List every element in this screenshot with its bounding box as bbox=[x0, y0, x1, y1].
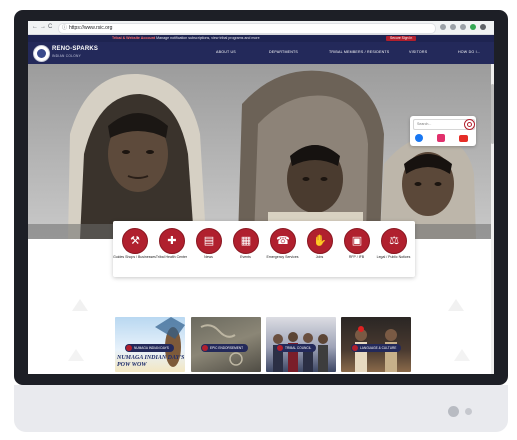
search-social-card: Search... bbox=[410, 116, 476, 146]
instagram-icon[interactable] bbox=[437, 134, 445, 142]
emergency-icon: ☎ bbox=[270, 228, 296, 254]
handshake-icon: ✋ bbox=[307, 228, 333, 254]
nav-visitors[interactable]: VISITORS bbox=[409, 50, 427, 54]
site-name[interactable]: RENO-SPARKS bbox=[52, 46, 98, 52]
decor-triangle bbox=[68, 349, 84, 361]
zoom-icon[interactable] bbox=[450, 24, 456, 30]
feature-card-council[interactable]: TRIBAL COUNCIL bbox=[266, 317, 336, 372]
quick-link-emergency[interactable]: ☎ Emergency Services bbox=[264, 228, 301, 274]
forward-icon[interactable]: → bbox=[40, 23, 46, 31]
monitor-base bbox=[14, 385, 508, 432]
info-icon[interactable]: ⓘ bbox=[62, 25, 67, 32]
search-placeholder: Search... bbox=[417, 122, 432, 126]
alert-label: Tribal & Website Account bbox=[112, 36, 156, 40]
card-label: NUMAGA INDIAN DAYS bbox=[125, 344, 174, 352]
secure-sign-in-button[interactable]: Secure Sign In bbox=[386, 36, 417, 41]
search-field[interactable]: Search... bbox=[413, 119, 475, 130]
decor-triangle bbox=[72, 299, 88, 311]
card-label: TRIBAL COUNCIL bbox=[276, 344, 317, 352]
site-header: RENO-SPARKS INDIAN COLONY ABOUT US DEPAR… bbox=[28, 42, 494, 64]
quick-link-businesses[interactable]: ⚒ Guides Shops / Businesses bbox=[113, 228, 156, 274]
quick-links-panel: ⚒ Guides Shops / Businesses ✚ Tribal Hea… bbox=[113, 221, 415, 277]
menu-icon[interactable] bbox=[480, 24, 486, 30]
alert-text: Tribal & Website Account Manage notifica… bbox=[112, 35, 260, 42]
document-icon: ▣ bbox=[344, 228, 370, 254]
browser-screen: ← → C ⓘ https://www.rsic.org Tribal & We… bbox=[28, 21, 494, 374]
health-icon: ✚ bbox=[159, 228, 185, 254]
address-bar[interactable]: ⓘ https://www.rsic.org bbox=[58, 23, 436, 34]
search-icon[interactable] bbox=[464, 119, 475, 130]
feature-card-epic[interactable]: EPIC ENDORSEMENT bbox=[191, 317, 261, 372]
card-label: EPIC ENDORSEMENT bbox=[201, 344, 249, 352]
profile-icon[interactable] bbox=[470, 24, 476, 30]
quick-link-jobs[interactable]: ✋ Jobs bbox=[301, 228, 338, 274]
calendar-icon: ▦ bbox=[233, 228, 259, 254]
card-label: LANGUAGE & CULTURE bbox=[351, 344, 402, 352]
facebook-icon[interactable] bbox=[415, 134, 423, 142]
url-text: https://www.rsic.org bbox=[69, 25, 113, 31]
gavel-icon: ⚖ bbox=[381, 228, 407, 254]
quick-link-label: Legal / Public Notices bbox=[376, 255, 411, 259]
quick-link-news[interactable]: ▤ News bbox=[190, 228, 227, 274]
nav-tribal-members[interactable]: TRIBAL MEMBERS / RESIDENTS bbox=[329, 50, 389, 54]
share-icon[interactable] bbox=[440, 24, 446, 30]
nav-about-us[interactable]: ABOUT US bbox=[216, 50, 236, 54]
tools-icon: ⚒ bbox=[122, 228, 148, 254]
site-subtitle: INDIAN COLONY bbox=[52, 54, 82, 58]
extension-icon[interactable] bbox=[460, 24, 466, 30]
page-scrollbar[interactable] bbox=[491, 64, 494, 374]
alert-message: Manage notification subscriptions, view … bbox=[156, 36, 260, 40]
tribal-seal-logo[interactable] bbox=[33, 45, 50, 62]
alert-bar: Tribal & Website Account Manage notifica… bbox=[28, 35, 494, 42]
news-icon: ▤ bbox=[196, 228, 222, 254]
decor-triangle bbox=[454, 349, 470, 361]
hero-image: Search... bbox=[28, 64, 494, 239]
power-indicator bbox=[448, 406, 459, 417]
quick-link-events[interactable]: ▦ Events bbox=[227, 228, 264, 274]
reload-icon[interactable]: C bbox=[48, 23, 52, 31]
feature-card-numaga[interactable]: NUMAGA INDIAN DAYS NUMAGA INDIAN DAY'S P… bbox=[115, 317, 185, 372]
back-icon[interactable]: ← bbox=[32, 23, 38, 31]
quick-link-legal[interactable]: ⚖ Legal / Public Notices bbox=[375, 228, 412, 274]
quick-link-health[interactable]: ✚ Tribal Health Center bbox=[153, 228, 190, 274]
nav-how-do-i[interactable]: HOW DO I... bbox=[458, 50, 480, 54]
card-caption: NUMAGA INDIAN DAY'S POW WOW bbox=[117, 355, 185, 368]
browser-toolbar: ← → C ⓘ https://www.rsic.org bbox=[28, 21, 494, 35]
decor-triangle bbox=[448, 299, 464, 311]
feature-card-language[interactable]: LANGUAGE & CULTURE bbox=[341, 317, 411, 372]
hero-photo-illustration bbox=[28, 64, 494, 239]
youtube-icon[interactable] bbox=[459, 135, 468, 142]
nav-departments[interactable]: DEPARTMENTS bbox=[269, 50, 298, 54]
quick-link-rfp[interactable]: ▣ RFP / IFB bbox=[338, 228, 375, 274]
status-indicator bbox=[465, 408, 472, 415]
